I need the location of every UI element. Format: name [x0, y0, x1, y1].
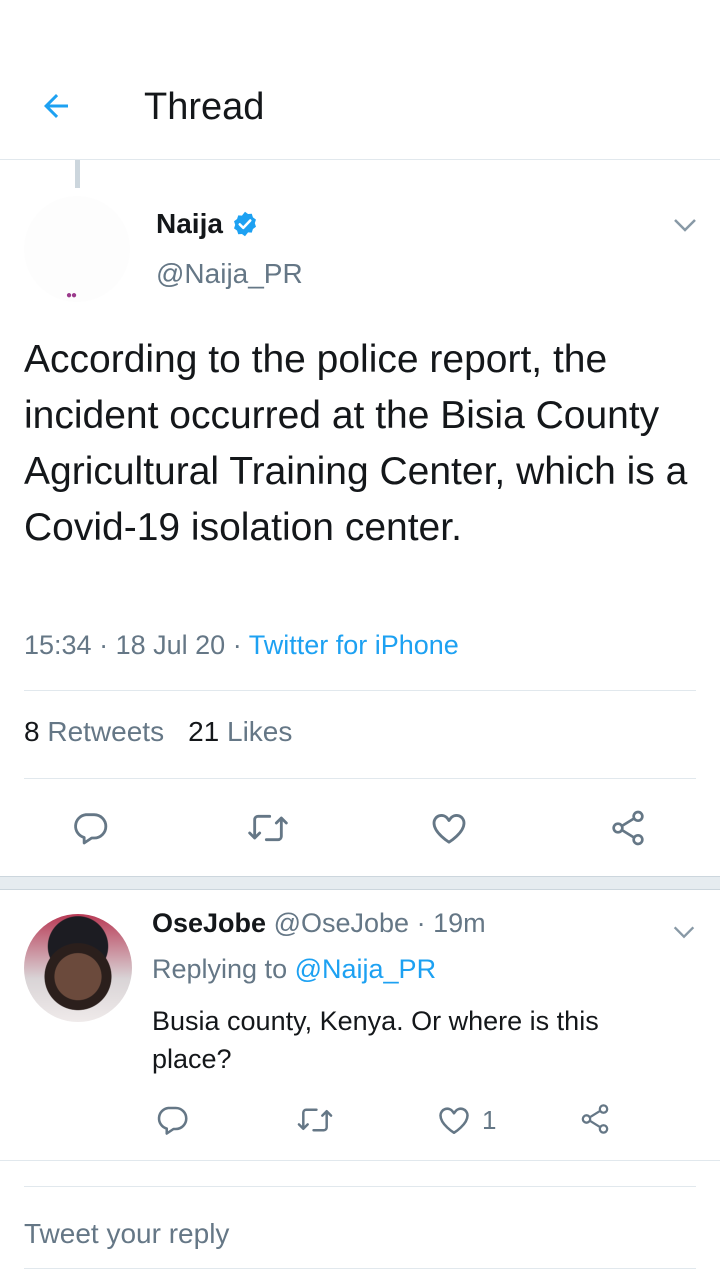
retweets-stat[interactable]: 8 Retweets — [24, 716, 164, 748]
retweet-button[interactable] — [296, 1102, 334, 1138]
divider — [24, 778, 696, 779]
likes-stat[interactable]: 21 Likes — [188, 716, 292, 748]
verified-badge-icon — [233, 211, 256, 237]
page-title: Thread — [144, 86, 265, 128]
reply-author-name[interactable]: OseJobe — [152, 908, 266, 938]
reply-header: OseJobe @OseJobe · 19m — [152, 908, 486, 939]
reply-text: Busia county, Kenya. Or where is this pl… — [152, 1006, 599, 1074]
chevron-down-icon[interactable] — [670, 918, 698, 946]
avatar[interactable] — [24, 914, 132, 1022]
share-button[interactable] — [608, 808, 648, 848]
author-handle[interactable]: @Naija_PR — [156, 258, 303, 290]
replying-prefix: Replying to — [152, 954, 288, 984]
retweets-label: Retweets — [47, 716, 165, 747]
chevron-down-icon[interactable] — [670, 210, 700, 240]
author-name-label: Naija — [156, 208, 223, 239]
replying-mention-link[interactable]: @Naija_PR — [295, 954, 436, 984]
reply-button[interactable] — [70, 808, 110, 848]
divider — [24, 1186, 696, 1187]
author-name[interactable]: Naija — [156, 208, 259, 240]
divider — [0, 1160, 720, 1161]
reply-author-handle[interactable]: @OseJobe — [274, 908, 409, 938]
section-separator — [0, 876, 720, 890]
back-button[interactable] — [36, 86, 76, 126]
heart-icon — [439, 1107, 469, 1135]
divider — [24, 690, 696, 691]
meta-separator: · — [99, 630, 116, 660]
retweet-button[interactable] — [246, 808, 290, 848]
share-icon — [581, 1104, 609, 1134]
like-button[interactable]: 1 — [436, 1102, 496, 1138]
reply-icon — [74, 813, 108, 845]
avatar[interactable] — [24, 196, 130, 302]
reply-button[interactable] — [154, 1102, 190, 1138]
divider — [24, 1268, 696, 1269]
thread-connector-line — [75, 160, 80, 188]
tweet-meta: 15:34 · 18 Jul 20 · Twitter for iPhone — [24, 630, 459, 661]
reply-compose-input[interactable]: Tweet your reply — [24, 1218, 229, 1250]
tweet-text: According to the police report, the inci… — [24, 338, 688, 549]
reply-icon — [157, 1106, 188, 1135]
retweet-icon — [297, 1108, 333, 1132]
tweet-stats: 8 Retweets 21 Likes — [24, 716, 292, 748]
tweet-date: 18 Jul 20 — [115, 630, 226, 660]
avatar-decoration-icon: ●● — [66, 290, 77, 301]
retweet-icon — [248, 814, 288, 842]
likes-label: Likes — [227, 716, 293, 747]
tweet-time: 15:34 — [24, 630, 92, 660]
back-arrow-icon — [44, 94, 68, 118]
tweet-source-link[interactable]: Twitter for iPhone — [249, 630, 459, 660]
share-button[interactable] — [578, 1102, 612, 1136]
heart-icon — [432, 814, 466, 844]
retweets-count: 8 — [24, 716, 40, 747]
replying-to: Replying to @Naija_PR — [152, 954, 436, 985]
meta-separator: · — [416, 908, 434, 938]
like-button[interactable] — [428, 808, 470, 848]
top-bar: Thread — [0, 0, 720, 160]
reply-age: 19m — [433, 908, 486, 938]
meta-separator: · — [232, 630, 249, 660]
reply-likes-count: 1 — [482, 1104, 497, 1135]
likes-count: 21 — [188, 716, 220, 747]
share-icon — [612, 810, 644, 846]
